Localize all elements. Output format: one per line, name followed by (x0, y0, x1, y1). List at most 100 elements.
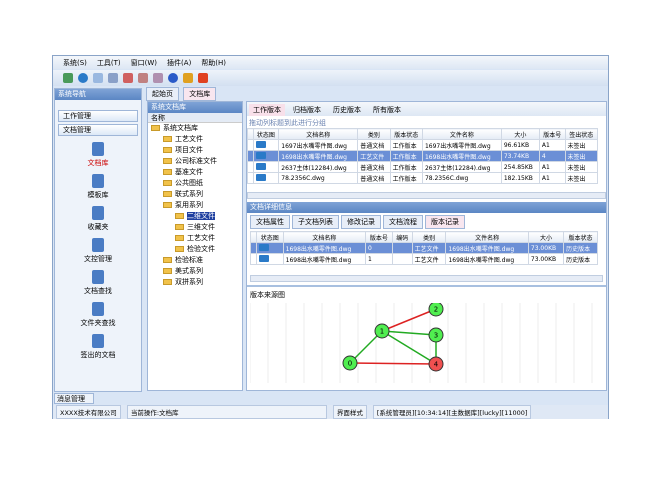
column-header[interactable]: 类别 (411, 231, 447, 243)
table-cell: 73.00KB (527, 253, 565, 265)
column-header[interactable]: 文件名称 (421, 128, 502, 140)
table-row[interactable]: 2637主体(12284).dwg 普通文档 工作版本 2637主体(12284).d… (247, 161, 598, 173)
nav-item[interactable]: 文档查找 (55, 270, 141, 296)
detail-tab[interactable]: 版本记录 (425, 215, 465, 229)
lock-icon[interactable] (183, 73, 193, 83)
table-cell: 1698出水嘴零件图.dwg (445, 242, 529, 254)
column-header[interactable]: 大小 (500, 128, 540, 140)
folder-icon (163, 202, 172, 208)
group-document-management[interactable]: 文档管理 (58, 124, 138, 136)
tree-node[interactable]: 三维文件 (148, 222, 242, 233)
power-icon[interactable] (198, 73, 208, 83)
h-scrollbar[interactable] (247, 192, 606, 199)
table-row[interactable]: 1698出水嘴零件图.dwg 0 工艺文件 1698出水嘴零件图.dwg 73.00KB… (250, 242, 598, 254)
group-work-management[interactable]: 工作管理 (58, 110, 138, 122)
detail-table: 状态图 文档名称 版本号 编码 类别 文件名称 大小 版本状态 1698出水嘴零件图.dwg 0 工… (250, 231, 598, 265)
column-header[interactable]: 版本状态 (563, 231, 598, 243)
session-info: [系统管理员][10:34:14][主数据库][lucky][11000] (372, 405, 532, 419)
status-bar: XXXX技术有限公司 当前操作:文档库 界面样式 [系统管理员][10:34:1… (53, 405, 608, 419)
nav-panel: 系统导航 工作管理 文档管理 文档库 模板库 收藏夹 文控管理 文档查找 文件夹查找 签出的… (54, 88, 142, 392)
table-row[interactable]: 1698出水嘴零件图.dwg 工艺文件 工作版本 1698出水嘴零件图.dwg 73.7… (247, 150, 598, 162)
column-header[interactable]: 版本状态 (389, 128, 423, 140)
window-icon[interactable] (93, 73, 103, 83)
column-header[interactable]: 版本号 (365, 231, 393, 243)
version-filter-button[interactable]: 归档版本 (289, 104, 325, 116)
detail-title: 文档详细信息 (247, 202, 606, 213)
menu-help[interactable]: 帮助(H) (201, 58, 226, 68)
graph-node-label: 1 (380, 328, 384, 336)
tree-node-label: 美式系列 (175, 267, 203, 275)
menu-system[interactable]: 系统(S) (63, 58, 87, 68)
table-cell (255, 242, 284, 254)
nav-item[interactable]: 签出的文档 (55, 334, 141, 360)
nav-item[interactable]: 文控管理 (55, 238, 141, 264)
help-icon[interactable] (168, 73, 178, 83)
doc-icon[interactable] (123, 73, 133, 83)
table-row[interactable]: 1698出水嘴零件图.dwg 1 工艺文件 1698出水嘴零件图.dwg 73.00KB… (250, 253, 598, 265)
tab-messages[interactable]: 消息管理 (54, 393, 94, 404)
add-icon[interactable] (63, 73, 73, 83)
table-cell: 182.15KB (500, 172, 540, 184)
tree-node[interactable]: 工艺文件 (148, 233, 242, 244)
tree-node[interactable]: 美式系列 (148, 266, 242, 277)
column-header[interactable]: 状态图 (255, 231, 284, 243)
table-cell: 未签出 (564, 150, 598, 162)
version-filter-button[interactable]: 工作版本 (249, 104, 285, 116)
version-filter-button[interactable]: 所有版本 (369, 104, 405, 116)
menu-tools[interactable]: 工具(T) (97, 58, 121, 68)
detail-tab[interactable]: 子文档列表 (292, 215, 339, 229)
menu-bar: 系统(S) 工具(T) 窗口(W) 插件(A) 帮助(H) (53, 56, 608, 69)
menu-window[interactable]: 窗口(W) (131, 58, 157, 68)
tree-node[interactable]: 系统文档库 (148, 123, 242, 134)
table-cell: 96.61KB (500, 139, 540, 151)
graph-edge (349, 362, 437, 365)
detail-tab[interactable]: 文档属性 (250, 215, 290, 229)
nav-item[interactable]: 文件夹查找 (55, 302, 141, 328)
doc3-icon[interactable] (153, 73, 163, 83)
version-filter-button[interactable]: 历史版本 (329, 104, 365, 116)
column-header[interactable]: 状态图 (252, 128, 280, 140)
table-row[interactable]: 78.2356C.dwg 普通文档 工作版本 78.2356C.dwg 182.15KB… (247, 172, 598, 184)
nav-item[interactable]: 收藏夹 (55, 206, 141, 232)
detail-tab[interactable]: 修改记录 (341, 215, 381, 229)
tree-node-label: 系统文档库 (163, 124, 198, 132)
column-header[interactable]: 编码 (391, 231, 413, 243)
tree-node[interactable]: 工艺文件 (148, 134, 242, 145)
column-header[interactable]: 大小 (527, 231, 565, 243)
column-header[interactable]: 版本号 (538, 128, 566, 140)
column-header[interactable]: 文档名称 (282, 231, 367, 243)
column-header[interactable]: 文档名称 (278, 128, 359, 140)
status-icon (255, 162, 266, 170)
tree-node[interactable]: 二维文件 (148, 211, 242, 222)
style-menu[interactable]: 界面样式 (332, 405, 367, 419)
nav-item-label: 文档查找 (84, 287, 112, 295)
menu-plugins[interactable]: 插件(A) (167, 58, 191, 68)
column-header[interactable]: 文件名称 (445, 231, 529, 243)
tree-node[interactable]: 公司标准文件 (148, 156, 242, 167)
tab-doclib[interactable]: 文档库 (183, 87, 217, 101)
globe-icon[interactable] (78, 73, 88, 83)
column-header[interactable]: 签出状态 (564, 128, 598, 140)
tree-node[interactable]: 泵用系列 (148, 200, 242, 211)
tree-node[interactable]: 联式系列 (148, 189, 242, 200)
tree-node[interactable]: 公共图纸 (148, 178, 242, 189)
table-cell: 工艺文件 (357, 150, 391, 162)
column-header[interactable]: 类别 (357, 128, 391, 140)
folder-icon (163, 257, 172, 263)
tree-node[interactable]: 检验文件 (148, 244, 242, 255)
table-row[interactable]: 1697出水嘴零件图.dwg 普通文档 工作版本 1697出水嘴零件图.dwg 96.6… (247, 139, 598, 151)
tree-node[interactable]: 双拼系列 (148, 277, 242, 288)
detail-h-scrollbar[interactable] (250, 275, 603, 282)
tree-node[interactable]: 检验标准 (148, 255, 242, 266)
tab-start[interactable]: 起始页 (146, 87, 179, 101)
nav-item[interactable]: 文档库 (55, 142, 141, 168)
document-icon (92, 238, 104, 252)
nav-item[interactable]: 模板库 (55, 174, 141, 200)
detail-tab[interactable]: 文档流程 (383, 215, 423, 229)
tree-node[interactable]: 基准文件 (148, 167, 242, 178)
layout-icon[interactable] (108, 73, 118, 83)
table-cell: 4 (538, 150, 566, 162)
doc2-icon[interactable] (138, 73, 148, 83)
tree-node[interactable]: 项目文件 (148, 145, 242, 156)
status-icon (255, 173, 266, 181)
